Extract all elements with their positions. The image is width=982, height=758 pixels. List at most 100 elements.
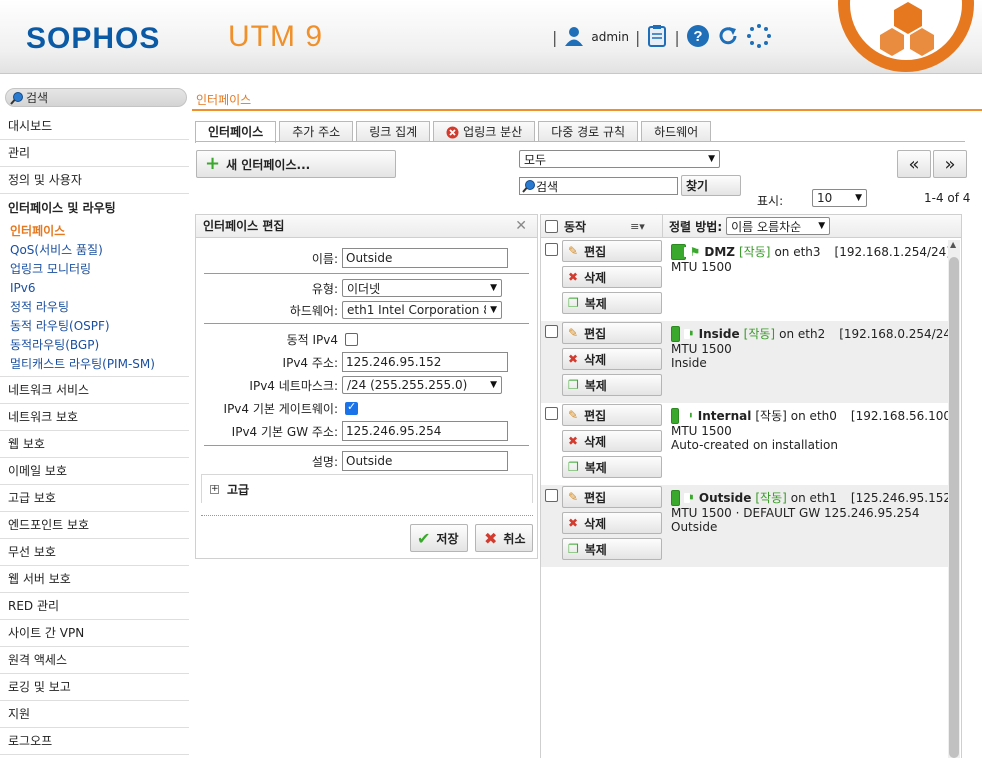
interface-name[interactable]: DMZ (704, 245, 735, 259)
nav-sub-interfaces[interactable]: 인터페이스 (0, 222, 189, 241)
type-select[interactable]: 이더넷 ▼ (342, 279, 502, 297)
tab-label: 인터페이스 (208, 125, 264, 139)
gw-address-label: IPv4 기본 GW 주소: (231, 424, 338, 439)
nav-sub-pim-sm[interactable]: 멀티캐스트 라우팅(PIM-SM) (0, 355, 189, 374)
nav-item-network-protection[interactable]: 네트워크 보호 (0, 404, 189, 431)
nav-item-webserver-protection[interactable]: 웹 서버 보호 (0, 566, 189, 593)
list-scrollbar[interactable]: ▲ (948, 240, 960, 758)
nav-sub-qos[interactable]: QoS(서비스 품질) (0, 241, 189, 260)
nav-sub-bgp[interactable]: 동적라우팅(BGP) (0, 336, 189, 355)
nav-item-site-to-site-vpn[interactable]: 사이트 간 VPN (0, 620, 189, 647)
nav-item-management[interactable]: 관리 (0, 140, 189, 167)
edit-button[interactable]: ✎ 편집 (562, 486, 662, 508)
enable-toggle[interactable] (671, 407, 691, 424)
interface-port: on eth0 (790, 408, 837, 423)
user-icon[interactable] (563, 25, 585, 50)
hardware-select[interactable]: eth1 Intel Corporation 825 ▼ (342, 301, 502, 319)
gw-address-input[interactable]: 125.246.95.254 (342, 421, 508, 441)
interface-status: [작동] (755, 409, 787, 423)
help-icon[interactable]: ? (686, 24, 710, 51)
filter-search-input[interactable]: 검색 (519, 177, 678, 195)
interface-status: [작동] (738, 245, 771, 259)
interface-name[interactable]: Outside (699, 491, 751, 505)
interface-name[interactable]: Inside (699, 327, 740, 341)
nav-item-logging-reporting[interactable]: 로깅 및 보고 (0, 674, 189, 701)
nav-group-title[interactable]: 인터페이스 및 라우팅 (0, 194, 189, 222)
sidebar-search-input[interactable]: 검색 (5, 88, 187, 107)
nav-sub-static-routing[interactable]: 정적 라우팅 (0, 298, 189, 317)
column-menu-icon[interactable]: ≡▾ (630, 220, 645, 233)
nav-item-network-services[interactable]: 네트워크 서비스 (0, 377, 189, 404)
nav-item-definitions-users[interactable]: 정의 및 사용자 (0, 167, 189, 194)
page-next-button[interactable]: » (933, 150, 967, 178)
nav-item-wireless-protection[interactable]: 무선 보호 (0, 539, 189, 566)
tab-hardware[interactable]: 하드웨어 (641, 121, 712, 142)
dynamic-ipv4-checkbox[interactable] (345, 332, 358, 346)
filter-select[interactable]: 모두 ▼ (519, 150, 720, 168)
row-checkbox[interactable] (545, 325, 558, 338)
delete-button[interactable]: ✖ 삭제 (562, 512, 662, 534)
row-checkbox[interactable] (545, 243, 558, 256)
page-size-select[interactable]: 10 ▼ (812, 189, 867, 207)
interface-mtu: MTU 1500 (671, 260, 732, 274)
delete-icon: ✖ (568, 516, 579, 530)
clone-button[interactable]: ❐ 복제 (562, 456, 662, 478)
nav-item-support[interactable]: 지원 (0, 701, 189, 728)
clone-button[interactable]: ❐ 복제 (562, 538, 662, 560)
enable-toggle[interactable] (671, 489, 691, 506)
netmask-select[interactable]: /24 (255.255.255.0) ▼ (342, 376, 502, 394)
ipv4-address-input[interactable]: 125.246.95.152 (342, 352, 508, 372)
cancel-button[interactable]: ✖ 취소 (475, 524, 533, 552)
tab-interfaces[interactable]: 인터페이스 (195, 121, 277, 143)
delete-button[interactable]: ✖ 삭제 (562, 266, 662, 288)
select-all-checkbox[interactable] (545, 219, 558, 233)
nav-sub-ospf[interactable]: 동적 라우팅(OSPF) (0, 317, 189, 336)
edit-button[interactable]: ✎ 편집 (562, 322, 662, 344)
nav-sub-uplink-monitoring[interactable]: 업링크 모니터링 (0, 260, 189, 279)
tab-link-aggregation[interactable]: 링크 집계 (356, 121, 431, 142)
nav-item-web-protection[interactable]: 웹 보호 (0, 431, 189, 458)
nav-item-remote-access[interactable]: 원격 액세스 (0, 647, 189, 674)
description-input[interactable]: Outside (342, 451, 508, 471)
nav-item-dashboard[interactable]: 대시보드 (0, 113, 189, 140)
delete-button[interactable]: ✖ 삭제 (562, 430, 662, 452)
name-input[interactable]: Outside (342, 248, 508, 268)
advanced-section[interactable]: + 고급 (201, 474, 533, 503)
save-button[interactable]: ✔ 저장 (410, 524, 468, 552)
user-name[interactable]: admin (591, 30, 629, 44)
new-interface-button[interactable]: + 새 인터페이스... (196, 150, 396, 178)
clone-button[interactable]: ❐ 복제 (562, 292, 662, 314)
scroll-up-icon[interactable]: ▲ (950, 240, 956, 249)
enable-toggle[interactable] (671, 325, 690, 342)
edit-icon: ✎ (568, 326, 579, 340)
edit-button[interactable]: ✎ 편집 (562, 240, 662, 262)
scrollbar-thumb[interactable] (949, 257, 959, 758)
sort-select[interactable]: 이름 오름차순 ▼ (726, 217, 831, 235)
row-checkbox[interactable] (545, 407, 558, 420)
clipboard-icon[interactable] (646, 24, 668, 51)
nav-item-email-protection[interactable]: 이메일 보호 (0, 458, 189, 485)
search-icon (10, 91, 23, 105)
find-button[interactable]: 찾기 (681, 175, 741, 196)
tab-additional-addresses[interactable]: 추가 주소 (279, 121, 354, 142)
interface-name[interactable]: Internal (698, 409, 752, 423)
tab-multipath-rules[interactable]: 다중 경로 규칙 (538, 121, 639, 142)
nav-sub-ipv6[interactable]: IPv6 (0, 279, 189, 298)
refresh-icon[interactable] (716, 24, 740, 51)
interface-info: ⚑ Outside [작동] on eth1 [125.246.95.152 M… (671, 489, 951, 534)
interface-list: 동작 ≡▾ 정렬 방법: 이름 오름차순 ▼ ✎ 편집 ✖ 삭제 ❐ 복제 ⚑ DMZ… (540, 214, 962, 758)
nav-item-red-management[interactable]: RED 관리 (0, 593, 189, 620)
nav-item-endpoint-protection[interactable]: 엔드포인트 보호 (0, 512, 189, 539)
delete-button[interactable]: ✖ 삭제 (562, 348, 662, 370)
close-icon[interactable]: ✕ (515, 215, 527, 237)
nav-item-logoff[interactable]: 로그오프 (0, 728, 189, 755)
enable-toggle[interactable] (671, 243, 690, 260)
edit-button[interactable]: ✎ 편집 (562, 404, 662, 426)
page-prev-button[interactable]: « (897, 150, 931, 178)
row-checkbox[interactable] (545, 489, 558, 502)
clone-button[interactable]: ❐ 복제 (562, 374, 662, 396)
edit-icon: ✎ (568, 408, 579, 422)
nav-item-advanced-protection[interactable]: 고급 보호 (0, 485, 189, 512)
default-gw-checkbox[interactable] (345, 400, 358, 415)
tab-uplink-balancing[interactable]: 업링크 분산 (433, 121, 536, 142)
